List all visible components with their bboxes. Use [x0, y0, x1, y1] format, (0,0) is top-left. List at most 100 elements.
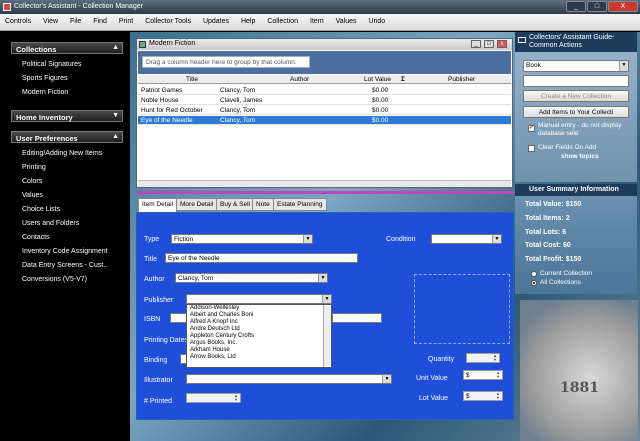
publisher-dropdown-list[interactable]: Addison-Wellesley Albert and Charles Bon… — [186, 304, 332, 368]
cell-title: Hunt for Red October — [141, 107, 203, 114]
sidebar-item-conversions[interactable]: Conversions (V5-V7) — [22, 276, 87, 283]
minimize-button[interactable]: _ — [566, 1, 586, 12]
menu-view[interactable]: View — [38, 14, 63, 25]
user-preferences-header[interactable]: User Preferences ▲ — [11, 131, 123, 143]
menu-collector-tools[interactable]: Collector Tools — [140, 14, 196, 25]
list-item[interactable]: Alfred A Knopf Inc — [187, 319, 331, 326]
table-row-selected[interactable]: Eye of the Needle Clancy, Tom $0.00 — [138, 116, 511, 125]
create-collection-button[interactable]: Create a New Collection — [523, 90, 629, 102]
tab-more-detail[interactable]: More Detail — [176, 198, 218, 211]
column-author[interactable]: Author — [290, 76, 309, 83]
menu-values[interactable]: Values — [331, 14, 362, 25]
guide-text-input[interactable] — [523, 75, 629, 87]
chevron-down-icon: ▼ — [619, 61, 628, 71]
grid-maximize-button[interactable]: □ — [484, 40, 494, 48]
publisher-list-scrollbar[interactable] — [323, 305, 331, 367]
table-row[interactable]: Noble House Clavell, James $0.00 — [138, 96, 511, 105]
condition-select[interactable]: ▼ — [431, 234, 502, 244]
column-lot-value[interactable]: Lot Value — [364, 76, 391, 83]
current-collection-radio[interactable] — [531, 271, 537, 277]
menu-item[interactable]: Item — [305, 14, 329, 25]
expand-icon[interactable]: ▼ — [112, 112, 119, 119]
menu-help[interactable]: Help — [236, 14, 260, 25]
publisher-select[interactable]: ▼ — [186, 294, 332, 304]
author-select[interactable]: Clancy, Tom ▼ — [175, 273, 328, 283]
menu-collection[interactable]: Collection — [262, 14, 303, 25]
sidebar-item-sports-figures[interactable]: Sports Figures — [22, 75, 68, 82]
quantity-stepper[interactable]: ▲ ▼ — [466, 353, 500, 363]
list-item[interactable]: Andre Deutsch Ltd — [187, 326, 331, 333]
chevron-down-icon: ▼ — [322, 295, 331, 303]
spin-arrows-icon[interactable]: ▲ ▼ — [494, 392, 502, 400]
type-select[interactable]: Fiction ▼ — [171, 234, 313, 244]
tab-buy-sell[interactable]: Buy & Sell — [216, 198, 254, 211]
menu-undo[interactable]: Undo — [363, 14, 390, 25]
group-by-area[interactable]: Drag a column header here to group by th… — [138, 51, 511, 74]
manual-entry-checkbox[interactable]: ✓ — [528, 125, 535, 132]
title-input[interactable]: Eye of the Needle — [165, 253, 358, 263]
splitter-bar[interactable] — [136, 191, 514, 194]
sidebar-item-users-folders[interactable]: Users and Folders — [22, 220, 79, 227]
spin-arrows-icon[interactable]: ▲ ▼ — [232, 394, 240, 402]
table-row[interactable]: Hunt for Red October Clancy, Tom $0.00 — [138, 106, 511, 115]
list-item[interactable]: Arrow Books, Ltd — [187, 354, 331, 361]
tab-item-detail[interactable]: Item Detail — [138, 198, 178, 212]
sidebar-item-political-signatures[interactable]: Political Signatures — [22, 61, 82, 68]
clear-fields-checkbox[interactable] — [528, 145, 535, 152]
coin-background-image — [520, 300, 638, 441]
add-items-button[interactable]: Add Items to Your Collecti — [523, 106, 629, 118]
menu-file[interactable]: File — [65, 14, 86, 25]
collapse-icon[interactable]: ▲ — [112, 133, 119, 140]
window-title: Collector's Assistant - Collection Manag… — [14, 3, 143, 10]
grid-minimize-button[interactable]: _ — [471, 40, 481, 48]
lot-value-input[interactable]: $ ▲ ▼ — [463, 391, 503, 401]
isbn-input-extra[interactable] — [332, 313, 382, 323]
sidebar-item-inventory-code[interactable]: Inventory Code Assignment — [22, 248, 108, 255]
home-inventory-header[interactable]: Home Inventory ▼ — [11, 110, 123, 122]
column-publisher[interactable]: Publisher — [448, 76, 475, 83]
collection-type-select[interactable]: Book ▼ — [523, 60, 629, 72]
list-item[interactable]: Argus Books, Inc. — [187, 340, 331, 347]
show-topics-link[interactable]: show topics — [561, 153, 599, 161]
detail-tabs: Item Detail More Detail Buy & Sell Note … — [136, 198, 514, 212]
menu-controls[interactable]: Controls — [0, 14, 36, 25]
menu-find[interactable]: Find — [88, 14, 112, 25]
sum-icon[interactable]: Σ — [401, 76, 405, 83]
summary-header: User Summary Information — [515, 184, 637, 196]
sidebar-item-values[interactable]: Values — [22, 192, 43, 199]
collections-header[interactable]: Collections ▲ — [11, 42, 123, 54]
close-button[interactable]: X — [608, 1, 638, 12]
list-item[interactable]: Albert and Charles Boni — [187, 312, 331, 319]
collapse-icon[interactable]: ▲ — [112, 44, 119, 51]
spin-arrows-icon[interactable]: ▲ ▼ — [494, 371, 502, 379]
printed-stepper[interactable]: ▲ ▼ — [186, 393, 241, 403]
grid-horizontal-scrollbar[interactable] — [138, 180, 511, 187]
all-collections-radio[interactable] — [531, 280, 537, 286]
tab-note[interactable]: Note — [252, 198, 274, 211]
unit-value-input[interactable]: $ ▲ ▼ — [463, 370, 503, 380]
sidebar-item-printing[interactable]: Printing — [22, 164, 46, 171]
maximize-button[interactable]: □ — [587, 1, 607, 12]
window-titlebar: Collector's Assistant - Collection Manag… — [0, 0, 640, 14]
menu-print[interactable]: Print — [114, 14, 138, 25]
column-title[interactable]: Title — [186, 76, 198, 83]
sidebar-item-editing[interactable]: Editing/Adding New Items — [22, 150, 102, 157]
image-drop-area[interactable] — [414, 274, 510, 344]
tab-estate-planning[interactable]: Estate Planning — [273, 198, 327, 211]
menu-updates[interactable]: Updates — [198, 14, 234, 25]
list-item[interactable]: Arkham House — [187, 347, 331, 354]
sidebar-item-modern-fiction[interactable]: Modern Fiction — [22, 89, 68, 96]
sidebar-item-colors[interactable]: Colors — [22, 178, 42, 185]
collections-title: Collections — [16, 45, 57, 54]
illustrator-select[interactable]: ▼ — [186, 374, 392, 384]
sidebar-item-data-entry[interactable]: Data Entry Screens - Cust.. — [22, 262, 107, 269]
sidebar-item-choice-lists[interactable]: Choice Lists — [22, 206, 60, 213]
grid-close-button[interactable]: x — [497, 40, 507, 48]
sidebar-item-contacts[interactable]: Contacts — [22, 234, 50, 241]
list-item[interactable]: Addison-Wellesley — [187, 305, 331, 312]
list-item[interactable]: Appleton Century Crofts — [187, 333, 331, 340]
spin-arrows-icon[interactable]: ▲ ▼ — [491, 354, 499, 362]
table-row[interactable]: Patriot Games Clancy, Tom $0.00 — [138, 86, 511, 95]
unit-value-label: Unit Value — [416, 375, 448, 382]
publisher-label: Publisher — [144, 297, 174, 304]
